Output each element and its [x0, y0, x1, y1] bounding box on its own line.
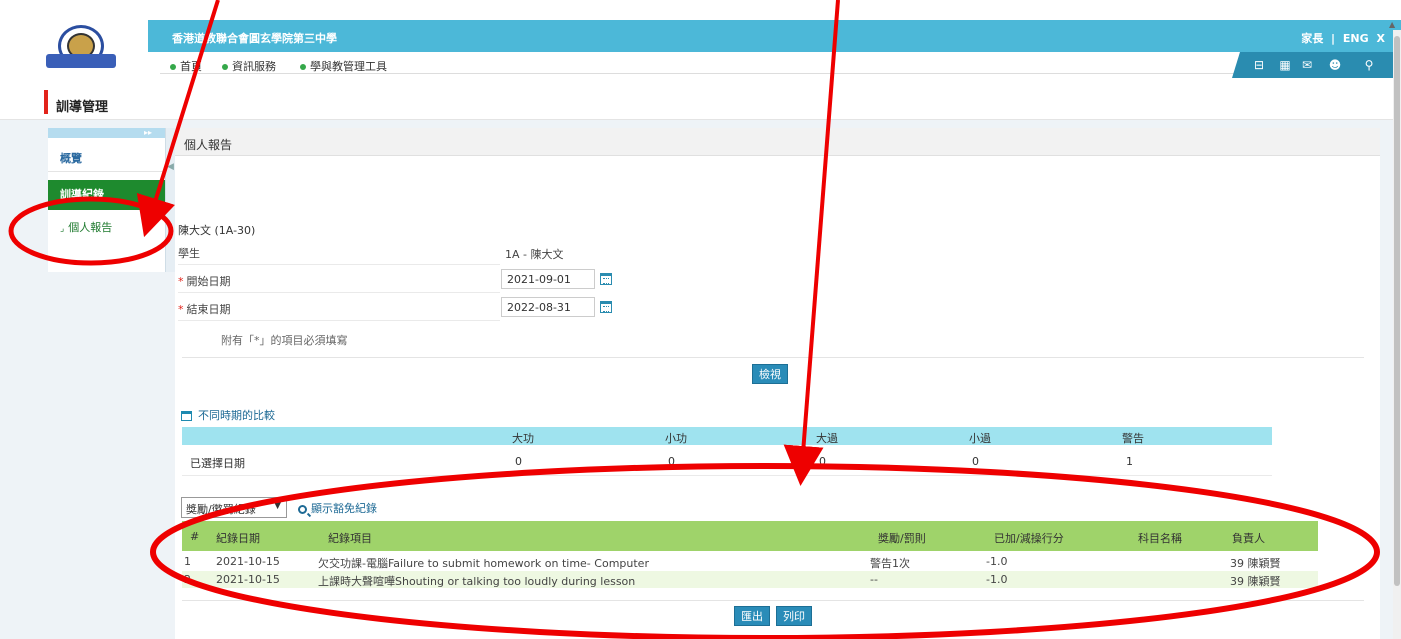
column-header: 大過 [816, 432, 838, 445]
page-title: 訓導管理 [56, 100, 109, 115]
column-header: 科目名稱 [1138, 532, 1182, 545]
user-role-link[interactable]: 家長 [1301, 32, 1323, 45]
top-margin [0, 0, 1401, 20]
column-header: 紀錄日期 [216, 532, 260, 545]
student-label: 學生 [178, 247, 200, 260]
header-links: 家長 | ENG X [1297, 30, 1385, 46]
cell: 0 [668, 455, 675, 468]
required-star: * [178, 303, 184, 316]
cell: 0 [972, 455, 979, 468]
end-date-row: * 結束日期 [178, 293, 500, 321]
column-header: 負責人 [1232, 532, 1265, 545]
collapse-arrow-icon[interactable]: ◀ [167, 162, 174, 176]
required-star: * [178, 275, 184, 288]
search-user-icon[interactable]: ⚲ [1362, 58, 1376, 72]
nav-item-teaching-tools[interactable]: 學與教管理工具 [300, 58, 387, 74]
logo-ribbon [46, 54, 116, 68]
divider [182, 600, 1364, 601]
start-date-row: * 開始日期 [178, 265, 500, 293]
student-heading: 陳大文 (1A-30) [178, 224, 256, 237]
print-button[interactable]: 列印 [776, 606, 812, 626]
nav-item-home[interactable]: 首頁 [170, 58, 202, 74]
column-header: 紀錄項目 [328, 532, 372, 545]
comparison-title: 不同時期的比較 [181, 407, 275, 423]
nav-item-info-services[interactable]: 資訊服務 [222, 58, 276, 74]
school-logo[interactable] [44, 20, 148, 74]
sidebar-toggle-tab[interactable] [165, 128, 175, 272]
column-header: 小功 [665, 432, 687, 445]
group-icon[interactable]: ☻ [1328, 58, 1342, 72]
show-exempt-link[interactable]: 顯示豁免紀錄 [298, 500, 377, 516]
end-date-input[interactable]: 2022-08-31 [501, 297, 595, 317]
double-chevron-right-icon[interactable]: ▸▸ [144, 128, 152, 137]
comparison-header: 大功 小功 大過 小過 警告 [182, 427, 1272, 445]
divider [182, 357, 1364, 358]
bullet-icon [170, 64, 176, 70]
start-date-label: 開始日期 [186, 275, 231, 288]
table-icon [181, 411, 192, 421]
lang-toggle-link[interactable]: ENG [1343, 32, 1369, 45]
sidebar-item-personal-report[interactable]: ⌟ 個人報告 [48, 218, 165, 238]
column-header: 警告 [1122, 432, 1144, 445]
column-header: 已加/減操行分 [994, 532, 1064, 545]
column-header: 大功 [512, 432, 534, 445]
page-title-row [0, 86, 1401, 120]
sidebar-item-overview[interactable]: 概覽 [48, 146, 165, 172]
start-date-input[interactable]: 2021-09-01 [501, 269, 595, 289]
row-label: 已選擇日期 [190, 457, 245, 470]
mail-icon[interactable]: ✉ [1300, 58, 1314, 72]
close-link[interactable]: X [1377, 32, 1385, 45]
student-value: 1A - 陳大文 [505, 248, 564, 261]
search-icon [298, 504, 307, 514]
bullet-icon [222, 64, 228, 70]
corner-bullet-icon: ⌟ [60, 224, 65, 234]
required-note: 附有「*」的項目必須填寫 [221, 334, 348, 347]
header-separator: | [1331, 32, 1336, 45]
cell: 1 [1126, 455, 1133, 468]
cell: 0 [515, 455, 522, 468]
record-type-select[interactable]: 獎勵/懲罰紀錄 ▼ [181, 497, 287, 518]
records-header: # 紀錄日期 紀錄項目 獎勵/罰則 已加/減操行分 科目名稱 負責人 [182, 521, 1318, 551]
column-header: 獎勵/罰則 [878, 532, 926, 545]
school-name: 香港道教聯合會圓玄學院第三中學 [172, 32, 337, 45]
eclass-icon[interactable]: ⊟ [1252, 58, 1266, 72]
calendar-icon[interactable]: ▦ [1278, 58, 1292, 72]
chevron-down-icon: ▼ [274, 501, 281, 511]
view-button[interactable]: 檢視 [752, 364, 788, 384]
table-row[interactable]: 2 2021-10-15 上課時大聲喧嘩Shouting or talking … [182, 571, 1318, 588]
export-button[interactable]: 匯出 [734, 606, 770, 626]
calendar-icon[interactable] [600, 301, 612, 313]
title-marker [44, 90, 48, 114]
table-row[interactable]: 1 2021-10-15 欠交功課-電腦Failure to submit ho… [182, 553, 1318, 570]
column-header: # [190, 530, 200, 543]
column-header: 小過 [969, 432, 991, 445]
student-row: 學生 [178, 237, 500, 265]
panel-title: 個人報告 [184, 138, 233, 152]
calendar-icon[interactable] [600, 273, 612, 285]
scrollbar-thumb[interactable] [1394, 36, 1400, 586]
end-date-label: 結束日期 [186, 303, 231, 316]
sidebar-item-discipline-records[interactable]: 訓導紀錄 [48, 180, 165, 210]
bullet-icon [300, 64, 306, 70]
cell: 0 [819, 455, 826, 468]
panel-header [175, 128, 1380, 156]
scroll-up-arrow-icon[interactable]: ▲ [1389, 20, 1399, 30]
comparison-row: 已選擇日期 0 0 0 0 1 [182, 450, 1272, 476]
